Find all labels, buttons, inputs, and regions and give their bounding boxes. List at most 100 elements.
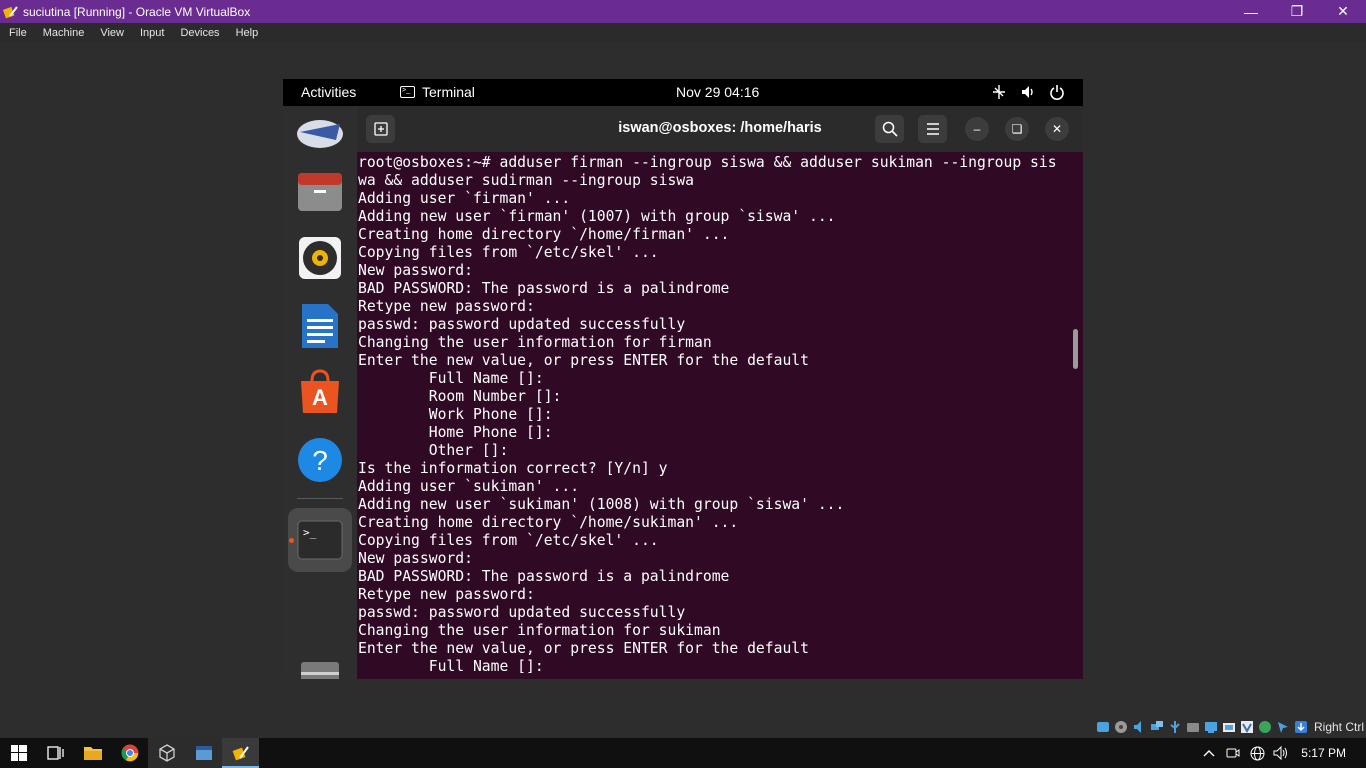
app-window-icon — [195, 746, 212, 760]
terminal-line: BAD PASSWORD: The password is a palindro… — [358, 568, 730, 585]
video-capture-icon[interactable] — [1222, 720, 1237, 735]
speaker-icon[interactable] — [1269, 738, 1293, 768]
terminal-line: Enter the new value, or press ENTER for … — [358, 640, 809, 657]
terminal-line: wa && adduser sudirman --ingroup siswa — [358, 172, 695, 189]
terminal-line: Other []: — [358, 442, 509, 459]
vm-window-taskbar[interactable] — [222, 738, 259, 768]
menu-view[interactable]: View — [91, 27, 131, 39]
restore-button[interactable]: ❐ — [1274, 0, 1320, 23]
terminal-line: Work Phone []: — [358, 406, 553, 423]
ubuntu-dock: A ? >_ — [283, 106, 357, 679]
virtualbox-manager-icon — [158, 744, 175, 762]
minimize-window-button[interactable]: – — [965, 117, 989, 141]
display-icon[interactable] — [1204, 720, 1219, 735]
guest-screen[interactable]: Activities >_ Terminal Nov 29 04:16 A ? … — [283, 79, 1083, 679]
start-button[interactable] — [0, 738, 37, 768]
virtualbox-manager-taskbar[interactable] — [148, 738, 185, 768]
svg-text:>_: >_ — [303, 526, 317, 539]
app-center-icon[interactable]: A — [296, 368, 344, 416]
vtx-icon[interactable] — [1240, 720, 1255, 735]
keyboard-capture-icon[interactable] — [1294, 720, 1309, 735]
terminal-line: Home Phone []: — [358, 424, 553, 441]
files-icon[interactable] — [296, 168, 344, 216]
vm-window-icon — [232, 746, 249, 761]
terminal-line: Creating home directory `/home/sukiman' … — [358, 514, 739, 531]
shared-folders-icon[interactable] — [1186, 720, 1201, 735]
guest-additions-icon[interactable] — [1258, 720, 1273, 735]
minimize-button[interactable]: — — [1228, 0, 1274, 23]
mouse-integration-icon[interactable] — [1276, 720, 1291, 735]
network-icon[interactable] — [990, 83, 1007, 100]
app-menu[interactable]: >_ Terminal — [400, 84, 475, 100]
terminal-icon[interactable]: >_ — [288, 508, 352, 572]
optical-drive-icon[interactable] — [1114, 720, 1129, 735]
terminal-line: passwd: password updated successfully — [358, 604, 686, 621]
task-view-button[interactable] — [37, 738, 74, 768]
terminal-window[interactable]: iswan@osboxes: /home/haris – ❏ ✕ root@os… — [357, 106, 1083, 679]
activities-button[interactable]: Activities — [301, 84, 356, 100]
search-icon — [882, 121, 898, 137]
terminal-line: Retype new password: — [358, 298, 535, 315]
show-hidden-icons[interactable] — [1197, 738, 1221, 768]
chrome-taskbar[interactable] — [111, 738, 148, 768]
windows-taskbar: 5:17 PM — [0, 738, 1366, 768]
menu-help[interactable]: Help — [227, 27, 266, 39]
terminal-line: Adding new user `sukiman' (1008) with gr… — [358, 496, 845, 513]
menu-file[interactable]: File — [0, 27, 34, 39]
svg-text:?: ? — [312, 445, 328, 476]
search-button[interactable] — [875, 115, 904, 143]
libreoffice-writer-icon[interactable] — [296, 302, 344, 350]
audio-icon[interactable] — [1132, 720, 1147, 735]
menu-input[interactable]: Input — [131, 27, 171, 39]
app-window-taskbar[interactable] — [185, 738, 222, 768]
terminal-line: Enter the new value, or press ENTER for … — [358, 352, 809, 369]
terminal-line: New password: — [358, 550, 473, 567]
terminal-line: Room Number []: — [358, 388, 562, 405]
terminal-small-icon: >_ — [400, 86, 415, 98]
terminal-headerbar: iswan@osboxes: /home/haris – ❏ ✕ — [357, 106, 1083, 152]
terminal-line: Is the information correct? [Y/n] y — [358, 460, 668, 477]
clock[interactable]: Nov 29 04:16 — [676, 84, 759, 100]
terminal-line: passwd: password updated successfully — [358, 316, 686, 333]
terminal-line: BAD PASSWORD: The password is a palindro… — [358, 280, 730, 297]
close-window-button[interactable]: ✕ — [1045, 117, 1069, 141]
file-explorer-taskbar[interactable] — [74, 738, 111, 768]
network-adapter-icon[interactable] — [1150, 720, 1165, 735]
usb-icon[interactable] — [1168, 720, 1183, 735]
dock-separator — [297, 498, 343, 499]
volume-icon[interactable] — [1019, 83, 1036, 100]
terminal-output[interactable]: root@osboxes:~# adduser firman --ingroup… — [358, 154, 1073, 679]
trash-icon[interactable] — [296, 650, 344, 679]
vbox-menubar: File Machine View Input Devices Help — [0, 23, 1366, 42]
vbox-titlebar: suciutina [Running] - Oracle VM VirtualB… — [0, 0, 1366, 23]
meet-now-icon[interactable] — [1221, 738, 1245, 768]
taskbar-clock[interactable]: 5:17 PM — [1293, 746, 1366, 760]
thunderbird-icon[interactable] — [296, 108, 344, 156]
app-menu-label: Terminal — [422, 84, 475, 100]
hard-disk-icon[interactable] — [1096, 720, 1111, 735]
menu-machine[interactable]: Machine — [34, 27, 92, 39]
system-tray: 5:17 PM — [1197, 738, 1366, 768]
hamburger-menu-button[interactable] — [918, 115, 947, 143]
gnome-top-bar: Activities >_ Terminal Nov 29 04:16 — [283, 79, 1083, 106]
power-icon[interactable] — [1048, 83, 1065, 100]
help-icon[interactable]: ? — [296, 436, 344, 484]
close-button[interactable]: ✕ — [1320, 0, 1366, 23]
terminal-line: Full Name []: — [358, 370, 544, 387]
task-view-icon — [46, 746, 64, 760]
terminal-line: Copying files from `/etc/skel' ... — [358, 532, 659, 549]
maximize-window-button[interactable]: ❏ — [1005, 117, 1029, 141]
windows-logo-icon — [10, 745, 27, 761]
svg-text:A: A — [312, 385, 328, 410]
chevron-up-icon — [1203, 750, 1215, 757]
terminal-line: Adding user `firman' ... — [358, 190, 571, 207]
folder-icon — [83, 747, 102, 760]
virtualbox-icon — [3, 4, 19, 20]
network-globe-icon[interactable] — [1245, 738, 1269, 768]
host-key-label: Right Ctrl — [1313, 720, 1364, 734]
terminal-line: Full Name []: — [358, 658, 544, 675]
terminal-scrollbar[interactable] — [1073, 329, 1078, 369]
rhythmbox-icon[interactable] — [296, 234, 344, 282]
terminal-line: New password: — [358, 262, 473, 279]
menu-devices[interactable]: Devices — [171, 27, 226, 39]
